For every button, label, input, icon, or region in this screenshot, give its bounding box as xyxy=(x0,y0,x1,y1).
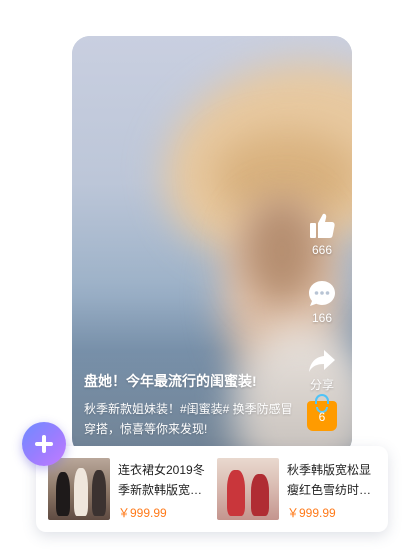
product-card[interactable]: 秋季韩版宽松显瘦红色雪纺时尚套装 ￥999.99 xyxy=(217,458,382,520)
share-icon xyxy=(309,350,335,372)
like-button[interactable]: 666 xyxy=(302,211,342,257)
product-price: ￥999.99 xyxy=(118,506,167,520)
caption-title: 盘她！今年最流行的闺蜜装! xyxy=(84,373,257,389)
cart-button[interactable]: 6 xyxy=(302,394,342,431)
like-count: 666 xyxy=(311,243,333,257)
product-price: ￥999.99 xyxy=(287,506,336,520)
shopping-bag-icon: 6 xyxy=(307,394,337,431)
product-thumbnail xyxy=(48,458,110,520)
product-panel: 连衣裙女2019冬季新款韩版宽松中长款 ￥999.99 秋季韩版宽松显瘦红色雪纺… xyxy=(36,446,388,532)
product-thumbnail xyxy=(217,458,279,520)
cart-count: 6 xyxy=(318,410,326,424)
video-caption: 盘她！今年最流行的闺蜜装! 秋季新款姐妹装！#闺蜜装# 换季防感冒穿搭，惊喜等你… xyxy=(84,371,299,439)
caption-description: 秋季新款姐妹装！#闺蜜装# 换季防感冒穿搭，惊喜等你来发现! xyxy=(84,402,293,436)
product-title: 秋季韩版宽松显瘦红色雪纺时尚套装 xyxy=(287,463,372,497)
thumbs-up-icon xyxy=(310,213,335,238)
comment-icon xyxy=(309,281,335,306)
share-label: 分享 xyxy=(309,378,334,392)
app-screen: 666 166 分享 6 盘她！今年最流行的闺蜜装! 秋季新款姐妹装！#闺蜜装#… xyxy=(0,0,410,560)
product-title: 连衣裙女2019冬季新款韩版宽松中长款 xyxy=(118,463,205,497)
comment-count: 166 xyxy=(311,311,333,325)
share-button[interactable]: 分享 xyxy=(302,346,342,392)
product-card[interactable]: 连衣裙女2019冬季新款韩版宽松中长款 ￥999.99 xyxy=(48,458,208,520)
add-button[interactable] xyxy=(22,422,66,466)
comment-button[interactable]: 166 xyxy=(302,279,342,325)
video-player[interactable]: 666 166 分享 6 盘她！今年最流行的闺蜜装! 秋季新款姐妹装！#闺蜜装#… xyxy=(72,36,352,456)
